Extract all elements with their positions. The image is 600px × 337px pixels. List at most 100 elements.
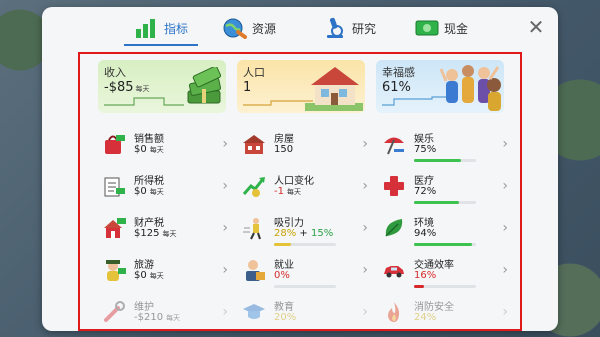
leaf-icon xyxy=(382,216,406,240)
chevron-right-icon: › xyxy=(502,178,508,194)
traffic-value: 16% xyxy=(414,270,437,281)
maintenance-value: -$210 xyxy=(134,312,164,323)
chevron-right-icon: › xyxy=(222,178,228,194)
tab-resources[interactable]: 资源 xyxy=(222,13,276,43)
cash-icon xyxy=(414,17,440,39)
environment-bar-fill xyxy=(414,243,473,246)
healthcare-label: 医疗 xyxy=(414,176,434,187)
income-tax-item[interactable]: 所得税 $0 每天 › xyxy=(102,168,232,208)
property-tax-label: 财产税 xyxy=(134,218,164,229)
tourism-value-row: $0 每天 xyxy=(134,270,164,281)
metrics-content: 收入 -$85 每天 人口 1 幸福感 61% 销售额 $0 每天 › 所得税 … xyxy=(78,52,522,331)
tab-metrics-label: 指标 xyxy=(164,21,189,36)
environment-bar xyxy=(414,243,476,246)
microscope-icon xyxy=(322,17,348,39)
population-change-icon xyxy=(242,174,266,198)
attraction-plus: + xyxy=(299,228,308,239)
sales-unit: 每天 xyxy=(149,146,164,154)
tab-research[interactable]: 研究 xyxy=(322,13,376,43)
population-graph xyxy=(243,100,313,106)
fire-safety-value: 24% xyxy=(414,312,437,323)
chevron-right-icon: › xyxy=(362,220,368,236)
metrics-panel: 指标 资源 研究 现金 ✕ 收入 -$85 每天 人口 1 幸福感 61% 销售… xyxy=(42,7,558,331)
tab-cash[interactable]: 现金 xyxy=(414,13,468,43)
employment-item[interactable]: 就业 0% › xyxy=(242,252,372,292)
income-tax-value-row: $0 每天 xyxy=(134,186,164,197)
tab-cash-label: 现金 xyxy=(444,21,469,36)
tab-bar: 指标 资源 研究 现金 xyxy=(42,7,558,47)
employment-icon xyxy=(242,258,266,282)
entertainment-bar-fill xyxy=(414,159,461,162)
education-item[interactable]: 教育 20% › xyxy=(242,294,372,334)
globe-resources-icon xyxy=(222,17,248,39)
tax-document-icon xyxy=(102,174,126,198)
employment-label: 就业 xyxy=(274,260,294,271)
medical-cross-icon xyxy=(382,174,406,198)
chevron-right-icon: › xyxy=(362,304,368,320)
income-card[interactable]: 收入 -$85 每天 xyxy=(98,60,226,113)
close-icon[interactable]: ✕ xyxy=(526,17,546,37)
tourist-icon xyxy=(102,258,126,282)
tourism-label: 旅游 xyxy=(134,260,154,271)
environment-item[interactable]: 环境 94% › xyxy=(382,210,512,250)
traffic-bar xyxy=(414,285,476,288)
employment-bar xyxy=(274,285,336,288)
chevron-right-icon: › xyxy=(502,262,508,278)
chevron-right-icon: › xyxy=(362,262,368,278)
income-tax-value: $0 xyxy=(134,186,147,197)
education-icon xyxy=(242,300,266,324)
maintenance-unit: 每天 xyxy=(166,314,181,322)
house-illustration-icon xyxy=(305,67,363,111)
attraction-value-b: 15% xyxy=(311,228,334,239)
attraction-item[interactable]: 吸引力 28% + 15% › xyxy=(242,210,372,250)
tourism-item[interactable]: 旅游 $0 每天 › xyxy=(102,252,232,292)
entertainment-value: 75% xyxy=(414,144,437,155)
traffic-label: 交通效率 xyxy=(414,260,454,271)
attraction-icon xyxy=(242,216,266,240)
population-change-item[interactable]: 人口变化 -1 每天 › xyxy=(242,168,372,208)
property-tax-item[interactable]: 财产税 $125 每天 › xyxy=(102,210,232,250)
fire-safety-label: 消防安全 xyxy=(414,302,454,313)
chevron-right-icon: › xyxy=(502,304,508,320)
bar-chart-icon xyxy=(134,17,160,39)
sales-label: 销售额 xyxy=(134,134,164,145)
income-tax-unit: 每天 xyxy=(149,188,164,196)
housing-item[interactable]: 房屋 150 › xyxy=(242,126,372,166)
chevron-right-icon: › xyxy=(222,220,228,236)
entertainment-bar xyxy=(414,159,476,162)
population-change-unit: 每天 xyxy=(286,188,301,196)
healthcare-bar-fill xyxy=(414,201,459,204)
housing-label: 房屋 xyxy=(274,134,294,145)
property-tax-value-row: $125 每天 xyxy=(134,228,176,239)
maintenance-item[interactable]: 维护 -$210 每天 › xyxy=(102,294,232,334)
fire-safety-item[interactable]: 消防安全 24% › xyxy=(382,294,512,334)
traffic-item[interactable]: 交通效率 16% › xyxy=(382,252,512,292)
chevron-right-icon: › xyxy=(222,136,228,152)
environment-label: 环境 xyxy=(414,218,434,229)
chevron-right-icon: › xyxy=(222,304,228,320)
entertainment-item[interactable]: 娱乐 75% › xyxy=(382,126,512,166)
sales-item[interactable]: 销售额 $0 每天 › xyxy=(102,126,232,166)
wrench-icon xyxy=(102,300,126,324)
money-stack-icon xyxy=(187,67,222,104)
chevron-right-icon: › xyxy=(222,262,228,278)
beach-umbrella-icon xyxy=(382,132,406,156)
happy-people-icon xyxy=(440,65,501,111)
chevron-right-icon: › xyxy=(362,178,368,194)
attraction-bar-fill xyxy=(274,243,292,246)
entertainment-label: 娱乐 xyxy=(414,134,434,145)
happiness-card[interactable]: 幸福感 61% xyxy=(376,60,504,113)
healthcare-item[interactable]: 医疗 72% › xyxy=(382,168,512,208)
tab-research-label: 研究 xyxy=(352,21,377,36)
house-icon xyxy=(242,132,266,156)
education-label: 教育 xyxy=(274,302,294,313)
population-card[interactable]: 人口 1 xyxy=(237,60,365,113)
tourism-value: $0 xyxy=(134,270,147,281)
car-icon xyxy=(382,258,406,282)
chevron-right-icon: › xyxy=(502,136,508,152)
tab-resources-label: 资源 xyxy=(252,21,277,36)
shopping-bag-icon xyxy=(102,132,126,156)
tab-metrics[interactable]: 指标 xyxy=(123,13,199,46)
employment-value: 0% xyxy=(274,270,290,281)
sales-value-row: $0 每天 xyxy=(134,144,164,155)
